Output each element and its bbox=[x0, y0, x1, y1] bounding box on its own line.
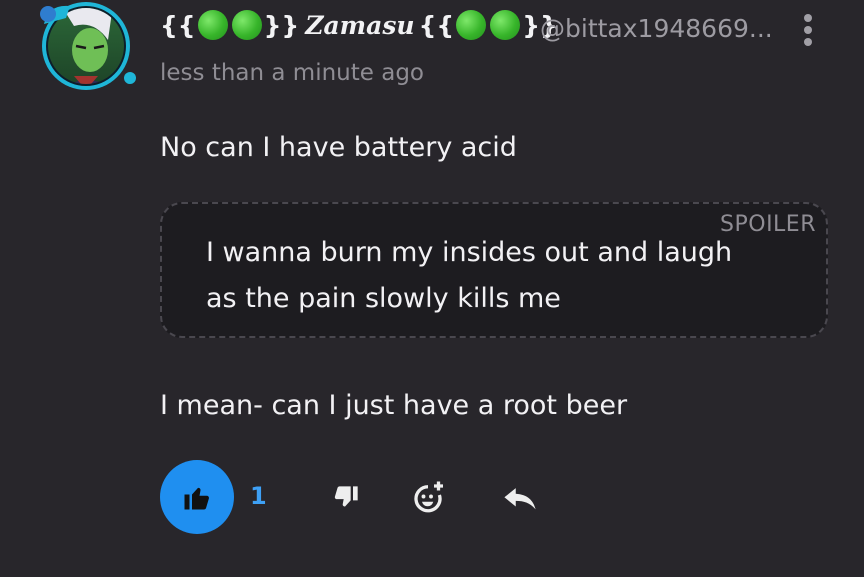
green-circle-emoji-icon bbox=[456, 10, 487, 40]
add-reaction-icon bbox=[414, 481, 443, 513]
name-suffix: }} bbox=[263, 10, 300, 40]
green-circle-emoji-icon bbox=[231, 10, 262, 40]
author-name[interactable]: {{ }} Zamasu {{ }} bbox=[160, 10, 558, 40]
like-count: 1 bbox=[250, 482, 267, 510]
reply-icon bbox=[504, 488, 536, 510]
author-name-text: Zamasu bbox=[305, 10, 415, 40]
spoiler-text: I wanna burn my insides out and laugh as… bbox=[206, 237, 733, 314]
more-options-icon[interactable] bbox=[800, 14, 816, 46]
like-button[interactable] bbox=[160, 460, 234, 534]
post-text-line: I mean- can I just have a root beer bbox=[160, 390, 628, 421]
green-circle-emoji-icon bbox=[197, 10, 228, 40]
thumbs-up-icon bbox=[184, 487, 209, 510]
name-prefix: {{ bbox=[418, 10, 455, 40]
add-reaction-button[interactable] bbox=[408, 478, 448, 518]
dislike-button[interactable] bbox=[326, 478, 366, 518]
thumbs-down-icon bbox=[334, 486, 358, 507]
green-circle-emoji-icon bbox=[490, 10, 521, 40]
post-text-line: No can I have battery acid bbox=[160, 132, 517, 163]
author-handle[interactable]: @bittax1948669... bbox=[540, 14, 773, 43]
post-timestamp: less than a minute ago bbox=[160, 60, 424, 86]
name-prefix: {{ bbox=[160, 10, 196, 40]
avatar[interactable] bbox=[34, 0, 138, 100]
reply-button[interactable] bbox=[500, 478, 540, 518]
spoiler-block[interactable]: SPOILER I wanna burn my insides out and … bbox=[160, 202, 828, 338]
